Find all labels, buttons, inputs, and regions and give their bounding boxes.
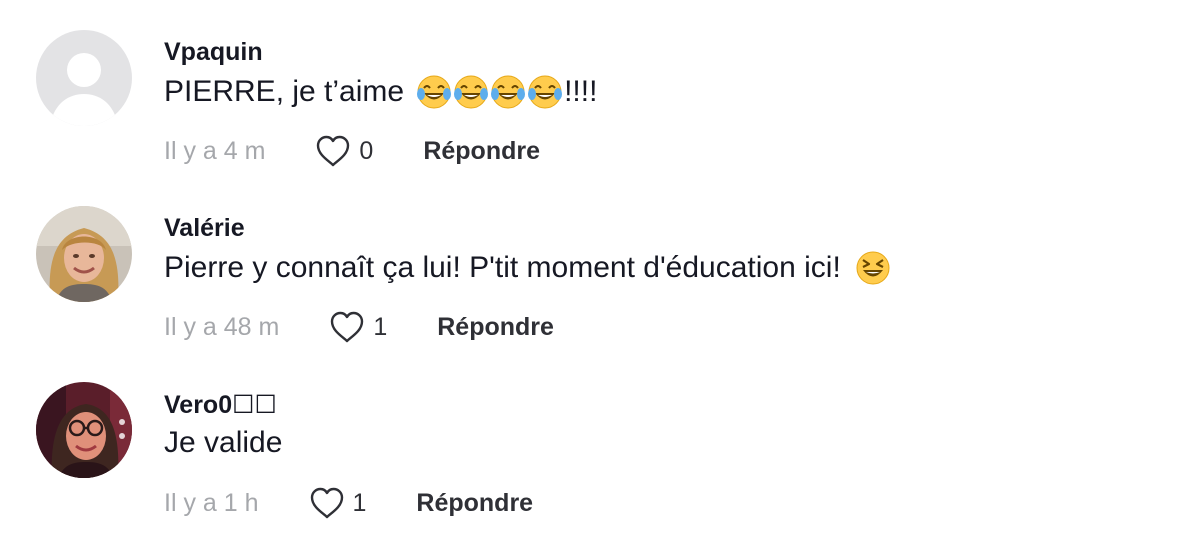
comment-time: Il y a 48 m: [164, 312, 280, 341]
reply-button[interactable]: Répondre: [416, 489, 533, 518]
user-photo-avatar: [36, 206, 132, 302]
like-button[interactable]: 1: [329, 310, 387, 344]
reply-button[interactable]: Répondre: [437, 313, 554, 342]
like-count: 1: [352, 488, 367, 517]
like-button[interactable]: 1: [309, 486, 367, 520]
comment-time: Il y a 1 h: [164, 488, 259, 517]
comment-text: Je valide: [164, 426, 282, 460]
comment-meta: Il y a 4 m 0 Répondre: [164, 134, 540, 168]
comment-text: Pierre y connaît ça lui! P'tit moment d'…: [164, 250, 892, 286]
like-count: 0: [359, 136, 374, 165]
avatar[interactable]: [36, 30, 132, 126]
comment-username[interactable]: Vpaquin: [164, 38, 263, 67]
user-photo-avatar: [36, 382, 132, 478]
default-avatar-icon: [36, 30, 132, 126]
comment-time: Il y a 4 m: [164, 136, 266, 165]
face-with-tears-of-joy-emoji: [453, 74, 489, 110]
comment-username[interactable]: Valérie: [164, 214, 245, 243]
face-with-tears-of-joy-emoji: [416, 74, 452, 110]
heart-outline-icon[interactable]: [315, 134, 351, 168]
reply-button[interactable]: Répondre: [423, 137, 540, 166]
grinning-squinting-face-emoji: [855, 250, 891, 286]
heart-outline-icon[interactable]: [329, 310, 365, 344]
like-count: 1: [373, 312, 388, 341]
avatar[interactable]: [36, 206, 132, 302]
comment-meta: Il y a 1 h 1 Répondre: [164, 486, 533, 520]
comment-text-content: PIERRE, je t’aime: [164, 75, 405, 108]
comment-text: PIERRE, je t’aime !!!!: [164, 74, 597, 110]
face-with-tears-of-joy-emoji: [490, 74, 526, 110]
avatar[interactable]: [36, 382, 132, 478]
comment-meta: Il y a 48 m 1 Répondre: [164, 310, 554, 344]
like-button[interactable]: 0: [315, 134, 373, 168]
comment-username[interactable]: Vero0☐☐: [164, 390, 277, 420]
comment-text-content: Pierre y connaît ça lui! P'tit moment d'…: [164, 251, 841, 284]
comment-text-content: Je valide: [164, 426, 283, 459]
comment-text-suffix: !!!!: [564, 75, 598, 108]
face-with-tears-of-joy-emoji: [527, 74, 563, 110]
heart-outline-icon[interactable]: [309, 486, 345, 520]
